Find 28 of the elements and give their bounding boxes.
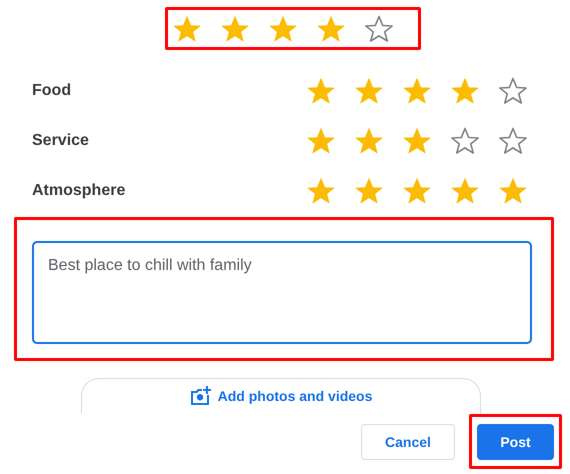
category-label: Service [32, 132, 90, 150]
add-media-button[interactable]: Add photos and videos [81, 378, 481, 414]
filled-star-icon[interactable] [316, 14, 346, 44]
cancel-button[interactable]: Cancel [361, 424, 455, 460]
empty-star-icon[interactable] [498, 126, 528, 156]
empty-star-icon[interactable] [498, 76, 528, 106]
filled-star-icon[interactable] [402, 126, 432, 156]
filled-star-icon[interactable] [354, 126, 384, 156]
filled-star-icon[interactable] [354, 76, 384, 106]
review-field[interactable]: Best place to chill with family [32, 241, 532, 344]
filled-star-icon[interactable] [172, 14, 202, 44]
filled-star-icon[interactable] [402, 176, 432, 206]
filled-star-icon[interactable] [498, 176, 528, 206]
filled-star-icon[interactable] [354, 176, 384, 206]
filled-star-icon[interactable] [450, 76, 480, 106]
filled-star-icon[interactable] [220, 14, 250, 44]
category-label: Food [32, 82, 72, 100]
camera-add-icon [190, 386, 212, 406]
filled-star-icon[interactable] [450, 176, 480, 206]
filled-star-icon[interactable] [402, 76, 432, 106]
filled-star-icon[interactable] [306, 76, 336, 106]
post-button[interactable]: Post [477, 424, 554, 460]
category-label: Atmosphere [32, 182, 126, 200]
filled-star-icon[interactable] [306, 126, 336, 156]
empty-star-icon[interactable] [364, 14, 394, 44]
filled-star-icon[interactable] [306, 176, 336, 206]
filled-star-icon[interactable] [268, 14, 298, 44]
empty-star-icon[interactable] [450, 126, 480, 156]
